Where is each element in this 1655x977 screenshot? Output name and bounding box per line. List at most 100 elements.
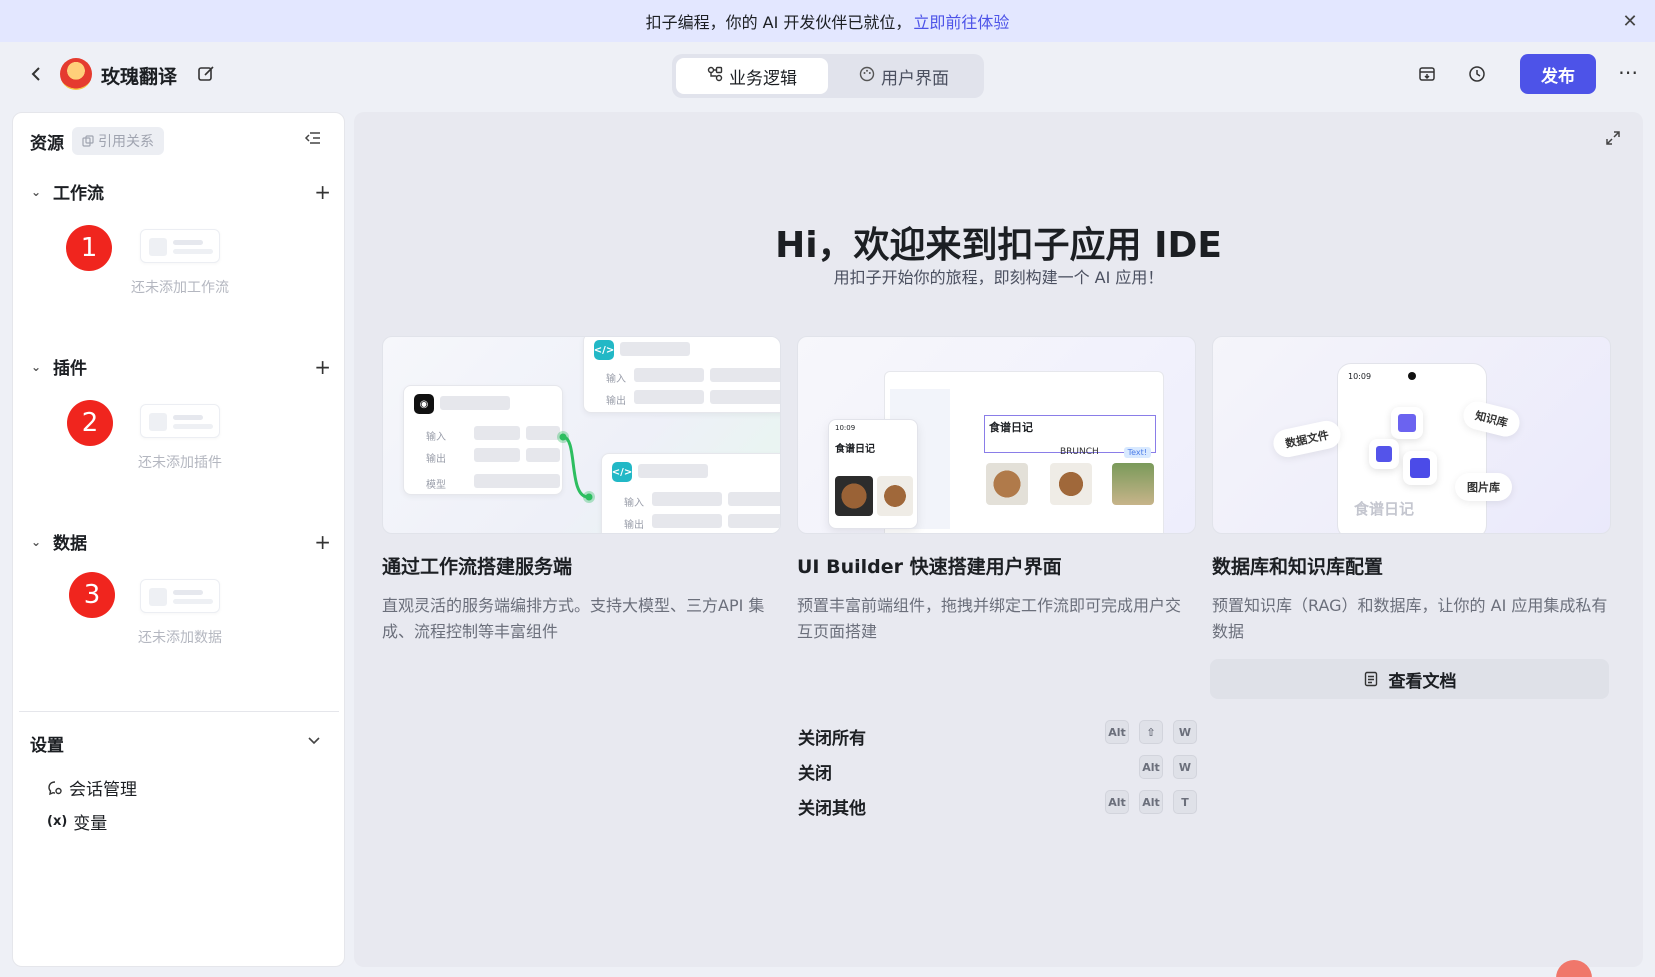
card-description: 预置知识库（RAG）和数据库，让你的 AI 应用集成私有数据 bbox=[1212, 596, 1608, 641]
tab-user-interface[interactable]: 用户界面 bbox=[828, 58, 980, 94]
top-banner: 扣子编程，你的 AI 开发伙伴已就位， 立即前往体验 ✕ bbox=[0, 0, 1655, 42]
setting-item-conversation[interactable]: 会话管理 bbox=[47, 775, 137, 800]
table-icon bbox=[1391, 407, 1423, 439]
feature-card-database[interactable]: 10:09 食谱日记 数据文件 知识库 图片库 数据库和知识库配置 预置知识库（… bbox=[1212, 336, 1611, 645]
key: Alt bbox=[1139, 755, 1163, 779]
empty-placeholder bbox=[140, 229, 220, 263]
feature-card-workflow[interactable]: ◉ 输入 输出 模型 </> 输入 输出 </> 输入 输出 通过工作流搭建服务… bbox=[382, 336, 781, 645]
key: T bbox=[1173, 790, 1197, 814]
settings-title: 设置 bbox=[30, 736, 64, 756]
collapse-sidebar-icon[interactable] bbox=[304, 129, 324, 149]
image-icon bbox=[1403, 451, 1437, 485]
section-title: 工作流 bbox=[53, 184, 104, 204]
shortcut-keys: Alt Alt T bbox=[1105, 790, 1197, 814]
empty-text: 还未添加数据 bbox=[138, 630, 222, 646]
app-avatar bbox=[60, 58, 92, 90]
workflow-illustration: ◉ 输入 输出 模型 </> 输入 输出 </> 输入 输出 bbox=[382, 336, 781, 534]
close-icon[interactable]: ✕ bbox=[1619, 10, 1641, 32]
card-description: 预置丰富前端组件，拖拽并绑定工作流即可完成用户交互页面搭建 bbox=[797, 596, 1182, 641]
code-icon: </> bbox=[612, 462, 632, 482]
resource-sidebar: 资源 引用关系 ⌄ 工作流 + 1 还未添加工作流 ⌄ 插件 + 2 还未添加插… bbox=[12, 112, 345, 967]
workflow-icon bbox=[707, 66, 723, 87]
phone-preview: 10:09 食谱日记 bbox=[1337, 363, 1487, 533]
sidebar-title: 资源 bbox=[30, 133, 64, 154]
shortcut-close-others: 关闭其他 Alt Alt T bbox=[798, 790, 1197, 820]
setting-item-variable[interactable]: (x) 变量 bbox=[47, 809, 107, 834]
step-badge: 1 bbox=[66, 225, 112, 271]
chevron-down-icon: ⌄ bbox=[31, 184, 42, 199]
empty-text: 还未添加插件 bbox=[138, 455, 222, 471]
setting-label: 会话管理 bbox=[69, 780, 137, 800]
app-title: 玫瑰翻译 bbox=[101, 66, 178, 88]
banner-link[interactable]: 立即前往体验 bbox=[913, 9, 1009, 33]
shortcut-label: 关闭 bbox=[798, 764, 832, 784]
copy-icon bbox=[82, 135, 94, 147]
fullscreen-icon[interactable] bbox=[1605, 130, 1625, 150]
banner-text: 扣子编程，你的 AI 开发伙伴已就位， bbox=[645, 13, 912, 32]
tab-label: 业务逻辑 bbox=[729, 68, 797, 89]
step-badge: 3 bbox=[69, 572, 115, 618]
history-icon[interactable] bbox=[1465, 62, 1489, 86]
chat-settings-icon bbox=[48, 780, 62, 795]
shortcut-close: 关闭 Alt W bbox=[798, 755, 1197, 785]
phone-preview: 10:09 食谱日记 bbox=[828, 419, 918, 529]
empty-placeholder bbox=[140, 579, 220, 613]
chevron-down-icon: ⌄ bbox=[31, 534, 42, 549]
key: Alt bbox=[1105, 790, 1129, 814]
step-badge: 2 bbox=[67, 400, 113, 446]
tab-label: 用户界面 bbox=[881, 68, 949, 89]
empty-text: 还未添加工作流 bbox=[131, 280, 229, 296]
publish-button[interactable]: 发布 bbox=[1520, 54, 1596, 94]
card-title: 通过工作流搭建服务端 bbox=[382, 556, 573, 578]
key: Alt bbox=[1139, 790, 1163, 814]
divider bbox=[19, 711, 339, 712]
document-icon bbox=[1364, 671, 1377, 687]
card-description: 直观灵活的服务端编排方式。支持大模型、三方API 集成、流程控制等丰富组件 bbox=[382, 596, 765, 641]
sidebar-header: 资源 引用关系 bbox=[30, 127, 164, 155]
add-data-icon[interactable]: + bbox=[314, 530, 331, 554]
welcome-title: Hi，欢迎来到扣子应用 IDE bbox=[775, 225, 1222, 266]
reference-button[interactable]: 引用关系 bbox=[72, 127, 164, 155]
shortcut-keys: Alt W bbox=[1139, 755, 1197, 779]
section-title: 插件 bbox=[53, 359, 87, 379]
welcome-subtitle: 用扣子开始你的旅程，即刻构建一个 AI 应用！ bbox=[833, 268, 1164, 287]
connector-line bbox=[557, 431, 595, 503]
bot-icon: ◉ bbox=[414, 394, 434, 414]
section-title: 数据 bbox=[53, 534, 87, 554]
image-lib-tag: 图片库 bbox=[1455, 473, 1512, 501]
view-docs-button[interactable]: 查看文档 bbox=[1210, 659, 1609, 699]
view-switcher: 业务逻辑 用户界面 bbox=[672, 54, 984, 98]
card-title: 数据库和知识库配置 bbox=[1212, 556, 1384, 578]
section-plugin[interactable]: ⌄ 插件 + bbox=[31, 354, 331, 380]
empty-placeholder bbox=[140, 404, 220, 438]
feature-card-ui-builder[interactable]: 食谱日记 Text! BRUNCH 10:09 食谱日记 UI Builder … bbox=[797, 336, 1196, 645]
variable-icon: (x) bbox=[47, 814, 68, 829]
key: Alt bbox=[1105, 720, 1129, 744]
key: W bbox=[1173, 720, 1197, 744]
data-file-tag: 数据文件 bbox=[1270, 418, 1344, 460]
more-icon[interactable]: ⋯ bbox=[1618, 60, 1639, 84]
edit-icon[interactable] bbox=[195, 63, 217, 85]
section-data[interactable]: ⌄ 数据 + bbox=[31, 529, 331, 555]
chevron-down-icon: ⌄ bbox=[31, 359, 42, 374]
key: W bbox=[1173, 755, 1197, 779]
add-plugin-icon[interactable]: + bbox=[314, 355, 331, 379]
code-icon: </> bbox=[594, 340, 614, 360]
shortcut-keys: Alt ⇧ W bbox=[1105, 720, 1197, 744]
setting-label: 变量 bbox=[73, 814, 108, 834]
add-workflow-icon[interactable]: + bbox=[314, 180, 331, 204]
tab-business-logic[interactable]: 业务逻辑 bbox=[676, 58, 828, 94]
shortcut-label: 关闭其他 bbox=[798, 799, 866, 819]
main-canvas: Hi，欢迎来到扣子应用 IDE 用扣子开始你的旅程，即刻构建一个 AI 应用！ … bbox=[354, 112, 1643, 967]
section-workflow[interactable]: ⌄ 工作流 + bbox=[31, 179, 331, 205]
chevron-down-icon bbox=[308, 733, 320, 749]
settings-header[interactable]: 设置 bbox=[30, 731, 320, 756]
archive-icon[interactable] bbox=[1415, 62, 1439, 86]
app-header: 玫瑰翻译 业务逻辑 用户界面 发布 ⋯ bbox=[0, 42, 1655, 110]
back-icon[interactable] bbox=[24, 62, 48, 86]
card-title: UI Builder 快速搭建用户界面 bbox=[797, 556, 1062, 578]
docs-label: 查看文档 bbox=[1388, 671, 1457, 692]
key: ⇧ bbox=[1139, 720, 1163, 744]
shortcut-close-all: 关闭所有 Alt ⇧ W bbox=[798, 720, 1197, 750]
palette-icon bbox=[859, 66, 875, 87]
